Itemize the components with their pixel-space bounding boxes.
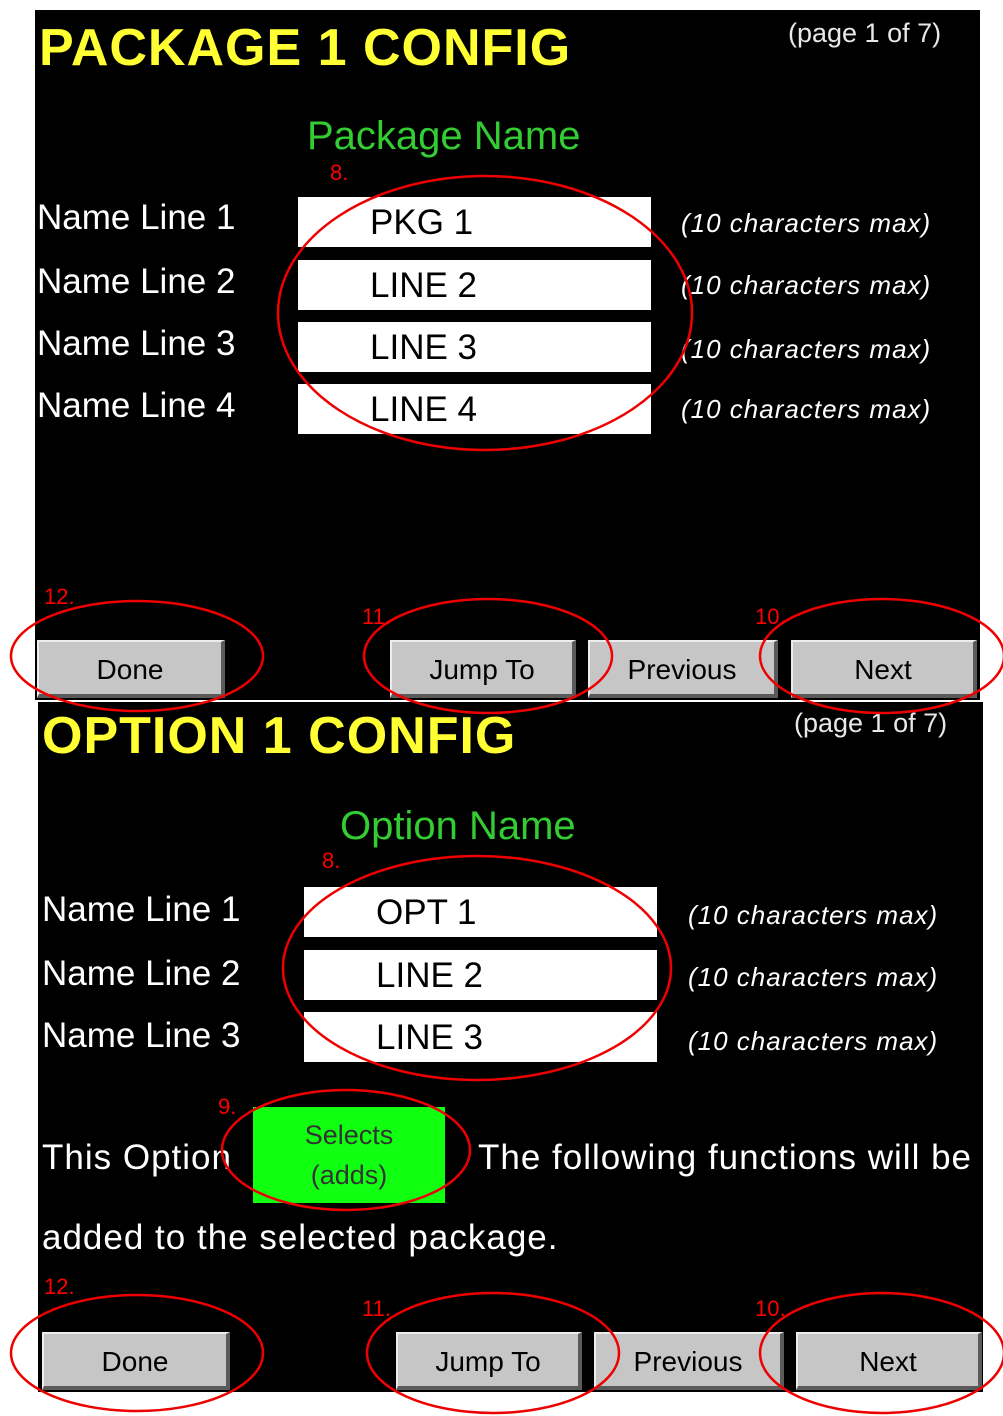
- callout-number-8-option: 8.: [322, 848, 341, 873]
- annotation-overlay: [9, 174, 1003, 1415]
- callout-ellipse-jump-to-2: [365, 1291, 621, 1415]
- callout-ellipse-mode-button: [220, 1088, 472, 1212]
- callout-number-10-option: 10.: [755, 1296, 786, 1321]
- callout-ellipse-next-2: [758, 1291, 1003, 1415]
- callout-ellipse-option-fields: [281, 854, 673, 1082]
- callout-ellipse-name-fields: [276, 174, 694, 452]
- callout-ellipse-jump-to: [362, 597, 614, 715]
- callout-ellipse-next: [758, 597, 1003, 715]
- callout-number-12-option: 12.: [44, 1274, 75, 1299]
- callout-number-8: 8.: [330, 160, 349, 185]
- callout-number-9: 9.: [218, 1094, 237, 1119]
- callout-number-10: 10.: [755, 604, 786, 629]
- callout-number-11: 11.: [362, 604, 391, 629]
- callout-number-12: 12.: [44, 584, 75, 609]
- callout-number-11-option: 11.: [362, 1296, 391, 1321]
- callout-ellipse-done: [9, 599, 265, 713]
- callout-ellipse-done-2: [9, 1293, 265, 1413]
